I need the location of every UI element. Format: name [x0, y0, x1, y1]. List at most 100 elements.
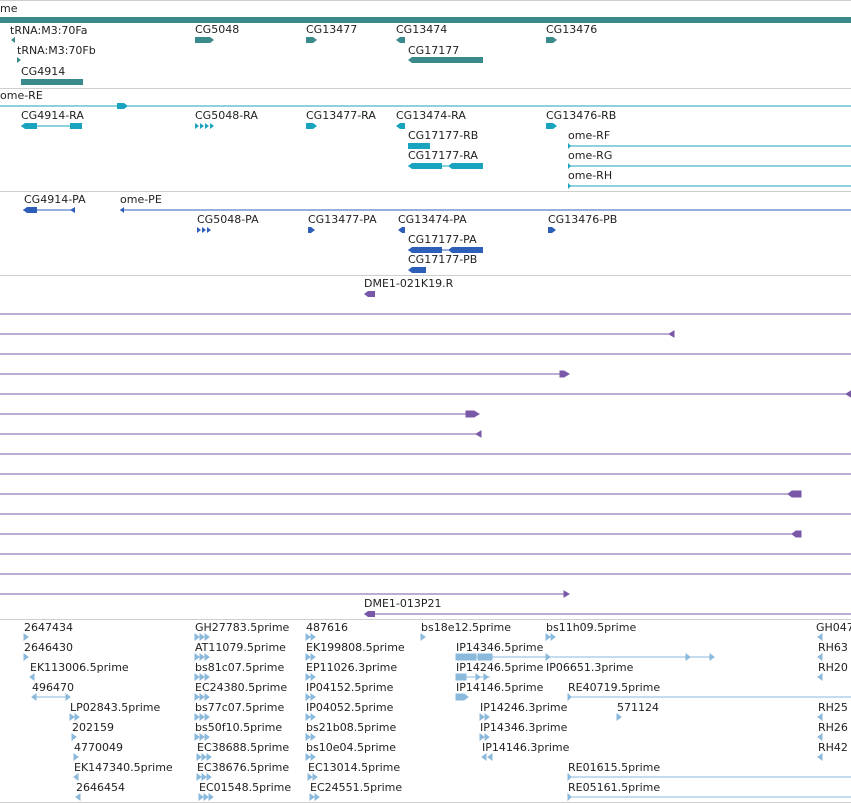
gene-cg13474-glyph[interactable]: [396, 37, 405, 43]
est-glyphs[interactable]: [23, 633, 851, 802]
protein-cg5048-pa-glyph[interactable]: [197, 227, 211, 233]
est-label[interactable]: AT11079.5prime: [195, 641, 286, 654]
est-label[interactable]: IP14246.5prime: [456, 661, 543, 674]
gene-label-cg13476[interactable]: CG13476: [546, 23, 597, 36]
est-label[interactable]: IP14346.5prime: [456, 641, 543, 654]
protein-label-cg17177-pa[interactable]: CG17177-PA: [408, 233, 477, 246]
protein-label-cg5048-pa[interactable]: CG5048-PA: [197, 213, 259, 226]
protein-cg17177-pb-glyph[interactable]: [408, 267, 426, 273]
est-label[interactable]: EK113006.5prime: [30, 661, 129, 674]
est-label[interactable]: RE40719.5prime: [568, 681, 660, 694]
est-label[interactable]: bs11h09.5prime: [546, 621, 636, 634]
transcript-label-cg17177-ra[interactable]: CG17177-RA: [408, 149, 478, 162]
est-label[interactable]: 2647434: [24, 621, 73, 634]
protein-label-cg4914-pa[interactable]: CG4914-PA: [24, 193, 86, 206]
est-label[interactable]: EK199808.5prime: [306, 641, 405, 654]
est-label[interactable]: EC13014.5prime: [308, 761, 400, 774]
transcript-label-cg5048-ra[interactable]: CG5048-RA: [195, 109, 258, 122]
gene-trna-70fb-glyph[interactable]: [17, 57, 21, 63]
est-label[interactable]: bs81c07.5prime: [195, 661, 284, 674]
gene-label-ome[interactable]: me: [0, 2, 17, 15]
est-label[interactable]: IP14146.5prime: [456, 681, 543, 694]
gene-label-cg5048[interactable]: CG5048: [195, 23, 239, 36]
est-label[interactable]: IP06651.3prime: [546, 661, 633, 674]
protein-cg4914-pa-glyph[interactable]: [23, 207, 75, 213]
transcript-label-ome-re[interactable]: ome-RE: [0, 89, 43, 102]
gene-cg13476-glyph[interactable]: [546, 37, 557, 43]
gene-label-cg4914[interactable]: CG4914: [21, 65, 65, 78]
est-label[interactable]: RH20: [818, 661, 848, 674]
clone-dme1-021k19-glyph[interactable]: [364, 291, 375, 297]
est-label[interactable]: RE05161.5prime: [568, 781, 660, 794]
est-label[interactable]: RH42: [818, 741, 848, 754]
est-label[interactable]: bs77c07.5prime: [195, 701, 284, 714]
clone-label-dme1-013p21[interactable]: DME1-013P21: [364, 597, 442, 610]
est-label[interactable]: IP14246.3prime: [480, 701, 567, 714]
transcript-label-ome-rg[interactable]: ome-RG: [568, 149, 612, 162]
gene-cg17177-bar[interactable]: [408, 57, 483, 63]
est-label[interactable]: LP02843.5prime: [70, 701, 160, 714]
protein-cg13474-pa-glyph[interactable]: [398, 227, 405, 233]
est-label[interactable]: IP04052.5prime: [306, 701, 393, 714]
clone-label-dme1-021k19[interactable]: DME1-021K19.R: [364, 277, 453, 290]
transcript-cg4914-ra-glyph[interactable]: [21, 123, 82, 129]
gene-label-cg13474[interactable]: CG13474: [396, 23, 447, 36]
est-label[interactable]: RH63: [818, 641, 848, 654]
transcript-label-ome-rf[interactable]: ome-RF: [568, 129, 610, 142]
protein-label-cg13474-pa[interactable]: CG13474-PA: [398, 213, 467, 226]
transcript-cg13476-rb-glyph[interactable]: [546, 123, 557, 129]
transcript-label-ome-rh[interactable]: ome-RH: [568, 169, 612, 182]
transcript-ome-rh-glyph[interactable]: [568, 183, 851, 189]
protein-label-cg13476-pb[interactable]: CG13476-PB: [548, 213, 617, 226]
gene-cg13477-glyph[interactable]: [306, 37, 317, 43]
transcript-cg17177-ra-glyph[interactable]: [408, 163, 483, 169]
gene-trna-70fa-glyph[interactable]: [11, 37, 15, 43]
protein-label-ome-pe[interactable]: ome-PE: [120, 193, 162, 206]
est-label[interactable]: EC38676.5prime: [197, 761, 289, 774]
gene-label-trna-70fa[interactable]: tRNA:M3:70Fa: [10, 24, 87, 37]
est-label[interactable]: 571124: [617, 701, 659, 714]
est-label[interactable]: IP14146.3prime: [482, 741, 569, 754]
est-label[interactable]: EC38688.5prime: [197, 741, 289, 754]
gene-cg4914-bar[interactable]: [21, 79, 83, 85]
gene-label-cg13477[interactable]: CG13477: [306, 23, 357, 36]
transcript-label-cg13477-ra[interactable]: CG13477-RA: [306, 109, 376, 122]
est-label[interactable]: bs50f10.5prime: [195, 721, 282, 734]
transcript-cg13474-ra-glyph[interactable]: [396, 123, 405, 129]
transcript-cg5048-ra-glyph[interactable]: [195, 123, 214, 129]
protein-label-cg17177-pb[interactable]: CG17177-PB: [408, 253, 477, 266]
est-label[interactable]: EC24380.5prime: [195, 681, 287, 694]
est-label[interactable]: GH27783.5prime: [195, 621, 289, 634]
est-label[interactable]: 487616: [306, 621, 348, 634]
est-label[interactable]: 2646454: [76, 781, 125, 794]
est-label[interactable]: EC01548.5prime: [199, 781, 291, 794]
est-label[interactable]: bs18e12.5prime: [421, 621, 511, 634]
est-label[interactable]: 4770049: [74, 741, 123, 754]
clone-reads[interactable]: [0, 313, 851, 598]
protein-label-cg13477-pa[interactable]: CG13477-PA: [308, 213, 377, 226]
gene-cg5048-glyph[interactable]: [195, 37, 214, 43]
est-label[interactable]: EC24551.5prime: [310, 781, 402, 794]
transcript-cg13477-ra-glyph[interactable]: [306, 123, 317, 129]
protein-cg13477-pa-glyph[interactable]: [308, 227, 315, 233]
transcript-label-cg13476-rb[interactable]: CG13476-RB: [546, 109, 616, 122]
transcript-label-cg17177-rb[interactable]: CG17177-RB: [408, 129, 478, 142]
protein-cg13476-pb-glyph[interactable]: [548, 227, 556, 233]
est-label[interactable]: RH26: [818, 721, 848, 734]
est-label[interactable]: IP14346.3prime: [480, 721, 567, 734]
gene-label-cg17177[interactable]: CG17177: [408, 44, 459, 57]
est-label[interactable]: GH047: [816, 621, 851, 634]
est-label[interactable]: 496470: [32, 681, 74, 694]
est-label[interactable]: EP11026.3prime: [306, 661, 397, 674]
gene-label-trna-70fb[interactable]: tRNA:M3:70Fb: [17, 44, 96, 57]
est-label[interactable]: bs21b08.5prime: [306, 721, 396, 734]
clone-dme1-013p21-glyph[interactable]: [364, 611, 851, 617]
est-label[interactable]: bs10e04.5prime: [306, 741, 396, 754]
est-label[interactable]: EK147340.5prime: [74, 761, 173, 774]
transcript-label-cg13474-ra[interactable]: CG13474-RA: [396, 109, 466, 122]
est-label[interactable]: RH25: [818, 701, 848, 714]
est-label[interactable]: 202159: [72, 721, 114, 734]
transcript-label-cg4914-ra[interactable]: CG4914-RA: [21, 109, 84, 122]
est-label[interactable]: 2646430: [24, 641, 73, 654]
est-label[interactable]: RE01615.5prime: [568, 761, 660, 774]
